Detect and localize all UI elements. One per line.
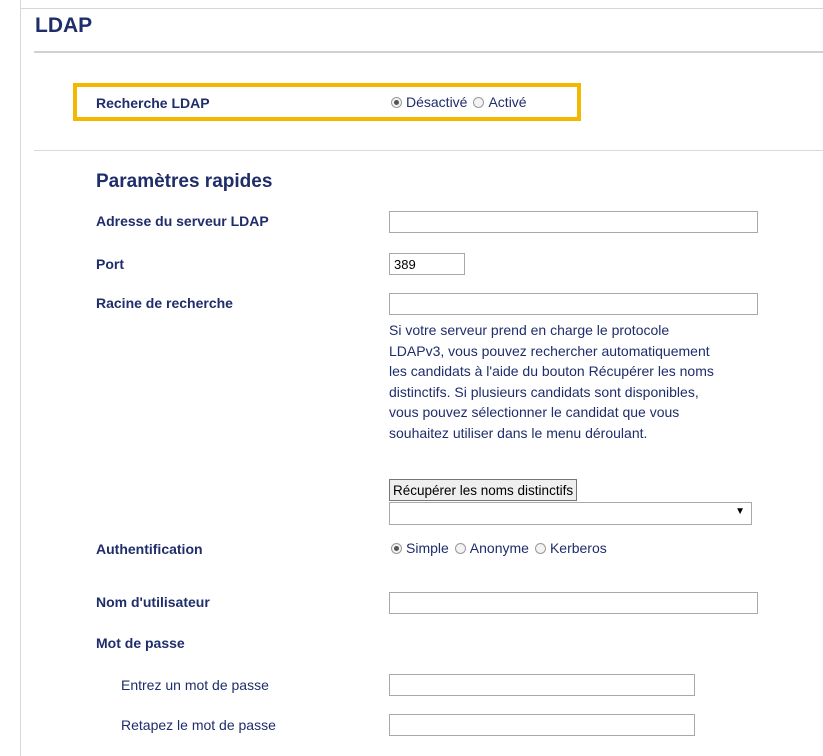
server-address-input[interactable]: [389, 211, 758, 233]
fetch-distinguished-names-button[interactable]: Récupérer les noms distinctifs: [389, 479, 578, 501]
retype-password-input[interactable]: [389, 714, 695, 736]
distinguished-names-dropdown[interactable]: ▼: [389, 502, 752, 525]
radio-anonymous[interactable]: Anonyme: [454, 540, 529, 556]
radio-disabled-label: Désactivé: [406, 94, 468, 110]
quick-settings-heading: Paramètres rapides: [96, 171, 273, 192]
search-root-help-text: Si votre serveur prend en charge le prot…: [389, 320, 809, 443]
ldap-search-label: Recherche LDAP: [96, 95, 210, 111]
search-root-input[interactable]: [389, 293, 758, 315]
port-input[interactable]: [389, 253, 465, 275]
radio-kerberos-label: Kerberos: [549, 540, 607, 556]
section-divider: [34, 150, 823, 151]
ldap-search-radio-group: Désactivé Activé: [391, 94, 533, 110]
username-input[interactable]: [389, 592, 758, 614]
radio-simple-label: Simple: [406, 540, 449, 556]
radio-selected-indicator: [391, 542, 402, 554]
help-line: souhaitez utiliser dans le menu déroulan…: [389, 424, 648, 441]
server-address-label: Adresse du serveur LDAP: [96, 213, 269, 229]
help-line: LDAPv3, vous pouvez rechercher automatiq…: [389, 342, 710, 359]
help-line: vous pouvez sélectionner le candidat que…: [389, 404, 680, 420]
title-divider: [34, 51, 823, 53]
search-root-label: Racine de recherche: [96, 295, 233, 311]
radio-anonymous-label: Anonyme: [469, 540, 529, 556]
enter-password-input[interactable]: [389, 674, 695, 696]
radio-disabled[interactable]: Désactivé: [391, 94, 467, 110]
password-label: Mot de passe: [96, 635, 185, 651]
radio-enabled[interactable]: Activé: [473, 94, 527, 110]
radio-indicator: [473, 96, 485, 108]
radio-selected-indicator: [391, 96, 402, 108]
help-line: les candidats à l'aide du bouton Récupér…: [389, 363, 714, 379]
enter-password-label: Entrez un mot de passe: [121, 677, 269, 693]
port-label: Port: [96, 256, 124, 272]
radio-simple[interactable]: Simple: [391, 540, 449, 556]
authentication-label: Authentification: [96, 541, 203, 557]
radio-indicator: [454, 542, 466, 554]
radio-indicator: [534, 542, 546, 554]
page-title: LDAP: [35, 14, 93, 37]
frame-border-left: [20, 0, 21, 756]
frame-border-top: [20, 8, 823, 9]
help-line: distinctifs. Si plusieurs candidats sont…: [389, 383, 699, 400]
retype-password-label: Retapez le mot de passe: [121, 717, 276, 733]
username-label: Nom d'utilisateur: [96, 594, 210, 610]
radio-kerberos[interactable]: Kerberos: [534, 540, 607, 556]
chevron-down-icon: ▼: [735, 506, 745, 517]
radio-enabled-label: Activé: [488, 94, 527, 110]
authentication-radio-group: Simple Anonyme Kerberos: [391, 540, 613, 556]
help-line: Si votre serveur prend en charge le prot…: [389, 322, 670, 338]
